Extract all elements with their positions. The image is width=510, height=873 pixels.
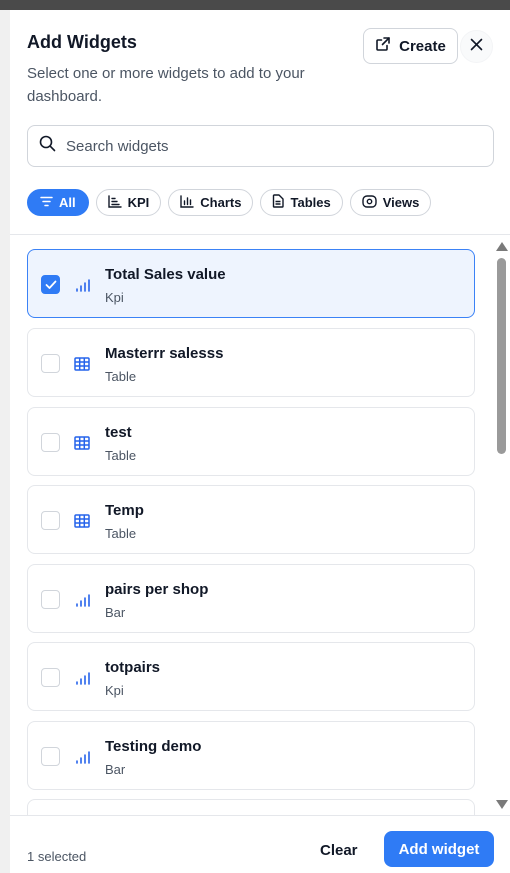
signal-bars-icon — [73, 748, 91, 766]
table-grid-icon — [73, 512, 91, 530]
widget-checkbox[interactable] — [41, 433, 60, 452]
widget-type: Kpi — [105, 290, 124, 305]
scroll-thumb[interactable] — [497, 258, 506, 454]
panel-subtitle: Select one or more widgets to add to you… — [27, 65, 305, 105]
close-icon — [470, 38, 483, 56]
panel-header: Add Widgets Select one or more widgets t… — [27, 30, 337, 108]
widget-type: Table — [105, 448, 137, 463]
signal-bars-icon — [73, 276, 91, 294]
filter-chips: All KPI Charts Tables Views — [27, 189, 432, 216]
selected-count: 1 selected — [27, 849, 87, 864]
search-icon — [39, 135, 56, 157]
widget-list: Total Sales value Kpi Masterrr salesss T… — [10, 235, 510, 815]
background-app-edge — [0, 10, 10, 873]
widget-name: Temp — [105, 502, 144, 519]
filter-chip-tables[interactable]: Tables — [260, 189, 343, 216]
filter-chip-label: All — [59, 195, 76, 210]
widget-list-item[interactable]: Total Sales value Kpi — [27, 249, 475, 318]
filter-chip-kpi[interactable]: KPI — [95, 189, 162, 216]
widget-name: totpairs — [105, 659, 161, 676]
external-link-icon — [375, 36, 391, 56]
close-button[interactable] — [460, 30, 493, 63]
background-app-bar — [0, 0, 510, 10]
widget-checkbox[interactable] — [41, 668, 60, 687]
widget-type: Kpi — [105, 683, 124, 698]
widget-name: test — [105, 424, 132, 441]
add-widgets-panel: Add Widgets Select one or more widgets t… — [10, 10, 510, 873]
signal-bars-icon — [73, 591, 91, 609]
widget-name: Masterrr salesss — [105, 345, 224, 362]
widget-list-item[interactable]: Masterrr salesss Table — [27, 328, 475, 397]
create-button[interactable]: Create — [363, 28, 458, 64]
clear-button[interactable]: Clear — [320, 839, 358, 863]
widget-list-item-partial[interactable] — [27, 799, 475, 815]
widget-checkbox[interactable] — [41, 354, 60, 373]
widget-checkbox[interactable] — [41, 511, 60, 530]
widget-checkbox[interactable] — [41, 747, 60, 766]
widget-type: Table — [105, 526, 137, 541]
table-grid-icon — [73, 355, 91, 373]
search-input[interactable] — [66, 137, 466, 155]
search-box — [27, 125, 494, 167]
widget-list-item[interactable]: pairs per shop Bar — [27, 564, 475, 633]
bar-chart-icon — [180, 194, 194, 211]
widget-checkbox[interactable] — [41, 275, 60, 294]
filter-chip-label: Views — [382, 195, 420, 210]
panel-title: Add Widgets — [27, 32, 137, 52]
table-grid-icon — [73, 434, 91, 452]
widget-list-item[interactable]: test Table — [27, 407, 475, 476]
filter-chip-label: KPI — [127, 195, 150, 210]
widget-list-item[interactable]: Temp Table — [27, 485, 475, 554]
document-icon — [272, 194, 285, 211]
filter-chip-charts[interactable]: Charts — [168, 189, 254, 216]
widget-checkbox[interactable] — [41, 590, 60, 609]
filter-chip-all[interactable]: All — [27, 189, 89, 216]
widget-type: Bar — [105, 605, 126, 620]
widget-name: Total Sales value — [105, 266, 226, 283]
panel-footer: 1 selected Clear Add widget — [10, 815, 510, 873]
widget-list-item[interactable]: Testing demo Bar — [27, 721, 475, 790]
widget-type: Bar — [105, 762, 126, 777]
filter-chip-label: Tables — [290, 195, 331, 210]
add-widget-button[interactable]: Add widget — [384, 831, 494, 867]
signal-bars-icon — [73, 669, 91, 687]
eye-icon — [362, 194, 377, 211]
scroll-down-arrow-icon[interactable] — [496, 800, 508, 809]
widget-list-item[interactable]: totpairs Kpi — [27, 642, 475, 711]
create-button-label: Create — [399, 37, 446, 55]
list-scrollbar[interactable] — [495, 242, 509, 812]
check-icon — [45, 280, 56, 289]
filter-chip-views[interactable]: Views — [349, 189, 432, 216]
widget-type: Table — [105, 369, 137, 384]
kpi-icon — [107, 194, 122, 211]
filter-chip-label: Charts — [200, 195, 242, 210]
widget-name: Testing demo — [105, 738, 202, 755]
widget-name: pairs per shop — [105, 581, 209, 598]
filter-icon — [40, 195, 53, 210]
scroll-up-arrow-icon[interactable] — [496, 242, 508, 251]
